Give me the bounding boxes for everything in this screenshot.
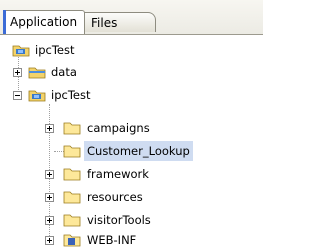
collapse-icon[interactable] — [13, 91, 22, 100]
web-inf-folder-icon — [63, 234, 81, 247]
tree-node-ipctest[interactable]: ipcTest — [0, 85, 263, 105]
tree-node-label: visitorTools — [87, 213, 151, 227]
project-folder-icon — [28, 90, 46, 102]
expand-icon[interactable] — [45, 170, 54, 179]
folder-icon — [63, 214, 81, 227]
tree-node-resources[interactable]: resources — [0, 187, 263, 207]
tree-node-label: campaigns — [87, 121, 150, 135]
tab-application[interactable]: Application — [3, 10, 85, 34]
project-folder-icon — [12, 45, 30, 57]
tree-node-label: resources — [87, 190, 143, 204]
tree-node-visitortools[interactable]: visitorTools — [0, 210, 263, 230]
tab-files[interactable]: Files — [84, 12, 156, 32]
tree-node-customer-lookup[interactable]: Customer_Lookup — [0, 141, 263, 161]
expand-icon[interactable] — [13, 68, 22, 77]
tree-node-label: framework — [87, 167, 149, 181]
expand-icon[interactable] — [45, 216, 54, 225]
tree-node-label: Customer_Lookup — [84, 141, 193, 161]
project-tree: ipcTest data ipcTest campaigns Customer_ — [0, 34, 263, 247]
tree-node-framework[interactable]: framework — [0, 164, 263, 184]
tree-node-label: ipcTest — [35, 43, 75, 57]
expand-icon[interactable] — [45, 236, 54, 245]
folder-icon — [63, 191, 81, 204]
tree-node-label: WEB-INF — [87, 233, 137, 247]
folder-icon — [28, 67, 46, 79]
expand-icon[interactable] — [45, 193, 54, 202]
folder-icon — [63, 168, 81, 181]
folder-icon — [63, 122, 81, 135]
tree-node-label: data — [51, 65, 77, 79]
folder-icon — [63, 145, 81, 158]
tree-node-data[interactable]: data — [0, 62, 263, 82]
tree-node-web-inf[interactable]: WEB-INF — [0, 230, 263, 250]
tree-node-label: ipcTest — [51, 88, 91, 102]
tree-node-campaigns[interactable]: campaigns — [0, 118, 263, 138]
tree-node-root[interactable]: ipcTest — [0, 40, 263, 60]
tab-strip: Application Files — [0, 0, 263, 35]
expand-icon[interactable] — [45, 124, 54, 133]
